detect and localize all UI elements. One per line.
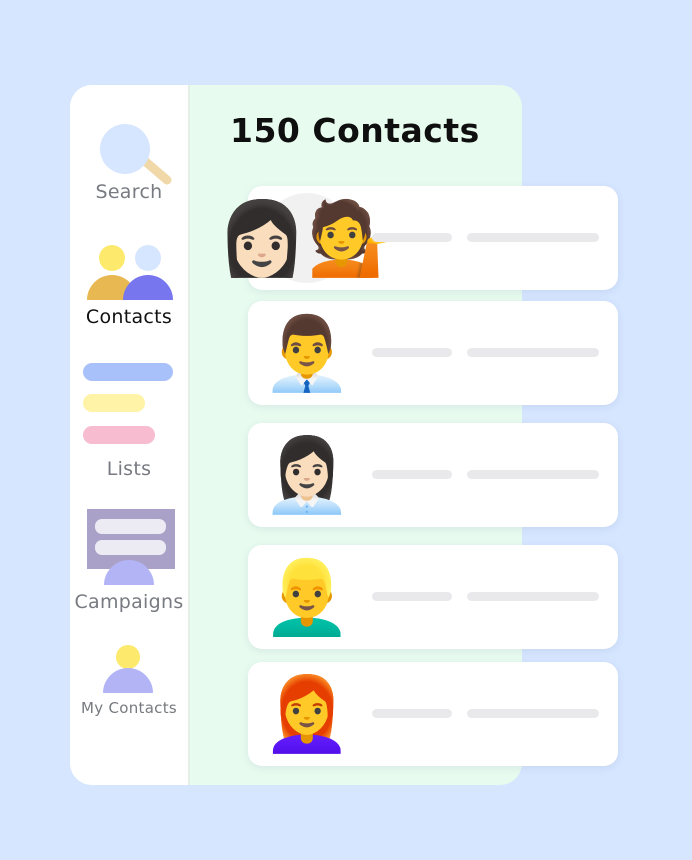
lists-icon: [83, 360, 175, 444]
name-placeholder-bar: [372, 592, 452, 601]
detail-placeholder-bar: [467, 348, 599, 357]
sidebar-item-label: My Contacts: [80, 699, 178, 717]
detail-placeholder-bar: [467, 709, 599, 718]
sidebar-item-label: Lists: [106, 458, 152, 480]
man-office-worker-avatar: 👨‍💼: [262, 311, 352, 395]
sidebar-item-my-contacts[interactable]: My Contacts: [70, 645, 188, 735]
avatar: 👨‍💼: [262, 308, 352, 398]
sidebar-item-contacts[interactable]: Contacts: [70, 240, 188, 340]
sidebar-item-label: Search: [95, 181, 163, 203]
woman-office-worker-avatar: 👩🏻‍💼: [262, 433, 352, 517]
sidebar-item-lists[interactable]: Lists: [70, 360, 188, 485]
page-title: 150 Contacts: [230, 111, 480, 150]
red-haired-woman-avatar: 👩‍🦰: [262, 672, 352, 756]
avatar: 👩‍🦰: [262, 669, 352, 759]
my-contacts-icon: [103, 645, 153, 693]
sidebar-item-label: Campaigns: [74, 591, 184, 613]
search-icon: [100, 124, 172, 185]
name-placeholder-bar: [372, 709, 452, 718]
sidebar-item-campaigns[interactable]: Campaigns: [70, 509, 188, 619]
avatar: 👩🏻‍💼: [262, 430, 352, 520]
blond-man-avatar: 👱‍♂️: [262, 555, 352, 639]
campaigns-icon: [87, 509, 175, 585]
avatar: 👱‍♂️: [262, 552, 352, 642]
contact-row[interactable]: 👱‍♂️: [248, 545, 618, 649]
name-placeholder-bar: [372, 233, 452, 242]
sidebar-item-label: Contacts: [85, 306, 173, 328]
sidebar: Search Contacts Lists Campaigns My Conta…: [70, 85, 190, 785]
people-icon: [87, 245, 173, 300]
name-placeholder-bar: [372, 348, 452, 357]
sidebar-item-search[interactable]: Search: [70, 115, 188, 215]
detail-placeholder-bar: [467, 592, 599, 601]
avatar: 👩🏻‍💁: [217, 193, 397, 283]
contact-row[interactable]: 👩🏻‍💁: [217, 186, 618, 290]
detail-placeholder-bar: [467, 470, 599, 479]
name-placeholder-bar: [372, 470, 452, 479]
detail-placeholder-bar: [467, 233, 599, 242]
woman-tipping-hand-avatar: 👩🏻‍💁: [217, 196, 397, 280]
contact-row[interactable]: 👩🏻‍💼: [248, 423, 618, 527]
contact-row[interactable]: 👨‍💼: [248, 301, 618, 405]
contact-row[interactable]: 👩‍🦰: [248, 662, 618, 766]
